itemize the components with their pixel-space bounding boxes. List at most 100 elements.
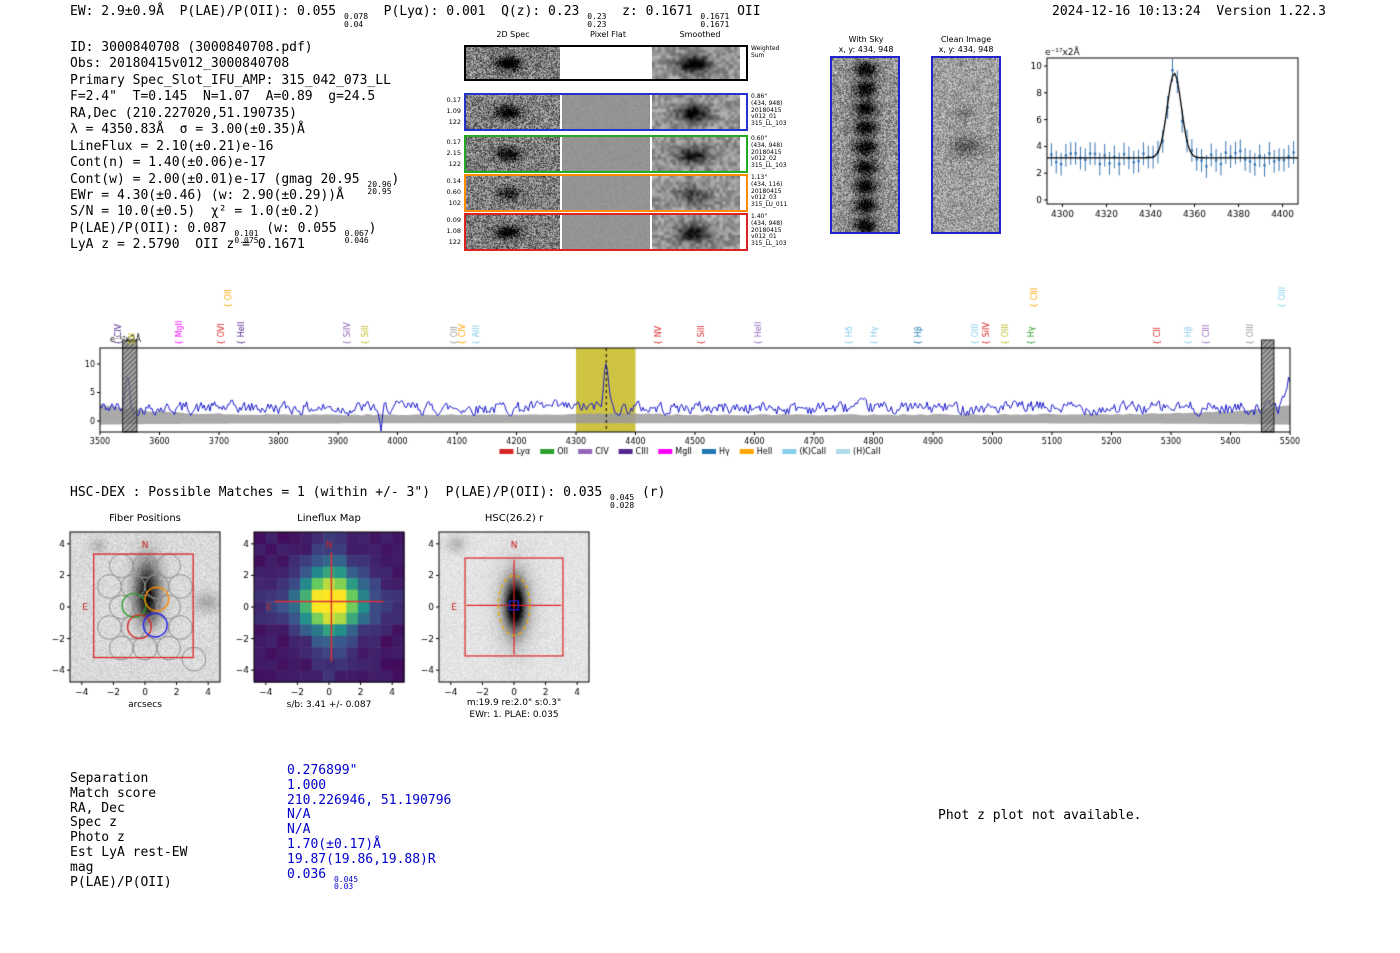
spec2d-fiber-row: 0.091.08122 1.40"(434, 948)20180415v012_0… bbox=[443, 213, 795, 251]
lineflux-caption: s/b: 3.41 +/- 0.087 bbox=[234, 700, 424, 710]
stacked-uncertainty: 0.0670.046 bbox=[345, 230, 369, 245]
with-sky-cutout-image bbox=[832, 58, 898, 232]
match-table-row: RA, Dec210.226946, 51.190796 bbox=[70, 802, 451, 817]
detection-info-block: ID: 3000840708 (3000840708.pdf)Obs: 2018… bbox=[70, 40, 399, 254]
spec2d-fiber-row: 0.171.09122 0.86"(434, 948)20180415v012_0… bbox=[443, 93, 795, 131]
timestamp-version: 2024-12-16 10:13:24 Version 1.22.3 bbox=[1052, 4, 1326, 19]
match-field-label: mag bbox=[70, 861, 287, 876]
phot-z-note: Phot z plot not available. bbox=[938, 808, 1142, 823]
hsc-image-title: HSC(26.2) r bbox=[419, 513, 609, 524]
spec2d-cutout-image bbox=[466, 95, 560, 129]
stacked-uncertainty: 0.0450.028 bbox=[610, 494, 634, 509]
match-field-label: Est LyA rest-EW bbox=[70, 846, 287, 861]
fiber-positions-title: Fiber Positions bbox=[50, 513, 240, 524]
spec2d-fiber-row: 0.140.60102 1.13"(434, 116)20180415v012_0… bbox=[443, 174, 795, 212]
fiber-annotation: 1.13"(434, 116)20180415v012_03315_LU_011 bbox=[751, 175, 787, 209]
match-table-row: mag19.87(19.86,19.88)R bbox=[70, 861, 451, 876]
stacked-uncertainty: 0.230.23 bbox=[587, 13, 606, 28]
hsc-image-plot bbox=[405, 526, 595, 700]
spec2d-cutout-image bbox=[466, 215, 560, 249]
match-table-row: Separation0.276899" bbox=[70, 772, 451, 787]
match-field-value: 210.226946, 51.190796 bbox=[287, 793, 451, 808]
summary-header: EW: 2.9±0.9Å P(LAE)/P(OII): 0.055 0.0780… bbox=[70, 4, 761, 28]
hsc-caption-plae: EWr: 1. PLAE: 0.035 bbox=[419, 710, 609, 720]
lineflux-map-plot bbox=[220, 526, 410, 700]
pixel-flat-image bbox=[562, 176, 650, 210]
spec2d-cutout-image bbox=[466, 137, 560, 171]
match-field-value: N/A bbox=[287, 807, 310, 822]
spec2d-cutout-section: 2D Spec Pixel Flat Smoothed WeightedSum0… bbox=[443, 30, 795, 262]
match-field-label: Separation bbox=[70, 772, 287, 787]
hsc-dex-match-header: HSC-DEX : Possible Matches = 1 (within +… bbox=[70, 485, 665, 509]
clean-cutout-image bbox=[933, 58, 999, 232]
full-spectrum-plot bbox=[55, 268, 1310, 468]
spec2d-row-frame bbox=[464, 45, 748, 81]
info-line: S/N = 10.0(±0.5) χ² = 1.0(±0.2) bbox=[70, 204, 399, 220]
spec2d-weighted-row: WeightedSum bbox=[443, 45, 795, 81]
spec2d-col-header-smoothed: Smoothed bbox=[680, 30, 721, 39]
fiber-weight-labels: 0.140.60102 bbox=[443, 176, 461, 209]
fiber-annotation: 0.86"(434, 948)20180415v012_01315_LL_103 bbox=[751, 94, 787, 128]
info-line: Obs: 20180415v012_3000840708 bbox=[70, 56, 399, 72]
info-line: λ = 4350.83Å σ = 3.00(±0.35)Å bbox=[70, 122, 399, 138]
fiber-annotation: 1.40"(434, 948)20180415v012_01315_LL_103 bbox=[751, 214, 787, 248]
info-line: F=2.4" T=0.145 N=1.07 A=0.89 g=24.5 bbox=[70, 89, 399, 105]
smoothed-cutout-image bbox=[652, 95, 740, 129]
fiber-positions-plot bbox=[36, 526, 226, 700]
with-sky-title: With Sky bbox=[820, 35, 912, 44]
match-field-label: Match score bbox=[70, 787, 287, 802]
pixel-flat-image bbox=[562, 215, 650, 249]
match-field-value: 0.036 0.0450.03 bbox=[287, 867, 358, 882]
info-line: EWr = 4.30(±0.46) (w: 2.90(±0.29))Å bbox=[70, 188, 399, 204]
pixel-flat-image bbox=[562, 47, 650, 79]
with-sky-panel bbox=[830, 56, 900, 234]
info-line: Cont(w) = 2.00(±0.01)e-17 (gmag 20.95 20… bbox=[70, 172, 399, 188]
fiber-xlabel: arcsecs bbox=[50, 700, 240, 710]
hsc-caption-morphology: m:19.9 re:2.0" s:0.3" bbox=[419, 698, 609, 708]
stacked-uncertainty: 20.9620.95 bbox=[367, 181, 391, 196]
spec2d-col-header-pixelflat: Pixel Flat bbox=[590, 30, 626, 39]
fiber-weight-labels: 0.091.08122 bbox=[443, 215, 461, 248]
report-timestamp: 2024-12-16 10:13:24 bbox=[1052, 4, 1201, 19]
spec2d-row-frame bbox=[464, 135, 748, 173]
smoothed-cutout-image bbox=[652, 47, 740, 79]
match-field-value: 0.276899" bbox=[287, 763, 357, 778]
fiber-weight-labels: 0.171.09122 bbox=[443, 95, 461, 128]
stacked-uncertainty: 0.0450.03 bbox=[334, 876, 358, 891]
spec2d-cutout-image bbox=[466, 47, 560, 79]
spec2d-row-frame bbox=[464, 174, 748, 212]
catalog-match-table: Separation0.276899"Match score1.000RA, D… bbox=[70, 772, 451, 890]
info-line: ID: 3000840708 (3000840708.pdf) bbox=[70, 40, 399, 56]
clean-image-panel bbox=[931, 56, 1001, 234]
pixel-flat-image bbox=[562, 137, 650, 171]
with-sky-coords: x, y: 434, 948 bbox=[820, 45, 912, 54]
spec2d-row-frame bbox=[464, 213, 748, 251]
smoothed-cutout-image bbox=[652, 137, 740, 171]
spec2d-row-frame bbox=[464, 93, 748, 131]
info-line: Cont(n) = 1.40(±0.06)e-17 bbox=[70, 155, 399, 171]
spec2d-cutout-image bbox=[466, 176, 560, 210]
info-line: Primary Spec_Slot_IFU_AMP: 315_042_073_L… bbox=[70, 73, 399, 89]
match-field-label: RA, Dec bbox=[70, 802, 287, 817]
spec2d-fiber-row: 0.172.15122 0.60"(434, 948)20180415v012_0… bbox=[443, 135, 795, 173]
match-field-label: P(LAE)/P(OII) bbox=[70, 876, 287, 891]
info-line: RA,Dec (210.227020,51.190735) bbox=[70, 106, 399, 122]
match-field-label: Spec z bbox=[70, 816, 287, 831]
match-field-value: 19.87(19.86,19.88)R bbox=[287, 852, 436, 867]
pixel-flat-image bbox=[562, 95, 650, 129]
smoothed-cutout-image bbox=[652, 215, 740, 249]
report-version: Version 1.22.3 bbox=[1216, 4, 1326, 19]
match-table-row: Spec zN/A bbox=[70, 816, 451, 831]
match-table-row: P(LAE)/P(OII)0.036 0.0450.03 bbox=[70, 876, 451, 891]
elixer-report-page: EW: 2.9±0.9Å P(LAE)/P(OII): 0.055 0.0780… bbox=[0, 0, 1400, 953]
match-table-row: Photo zN/A bbox=[70, 831, 451, 846]
fiber-weight-labels: 0.172.15122 bbox=[443, 137, 461, 170]
match-field-label: Photo z bbox=[70, 831, 287, 846]
match-field-value: 1.70(±0.17)Å bbox=[287, 837, 381, 852]
info-line: P(LAE)/P(OII): 0.087 0.1010.075 (w: 0.05… bbox=[70, 221, 399, 237]
line-fit-zoom-plot bbox=[1005, 46, 1305, 236]
lineflux-map-title: Lineflux Map bbox=[234, 513, 424, 524]
clean-image-title: Clean Image bbox=[920, 35, 1012, 44]
fiber-annotation: 0.60"(434, 948)20180415v012_02315_LL_103 bbox=[751, 136, 787, 170]
clean-image-coords: x, y: 434, 948 bbox=[920, 45, 1012, 54]
